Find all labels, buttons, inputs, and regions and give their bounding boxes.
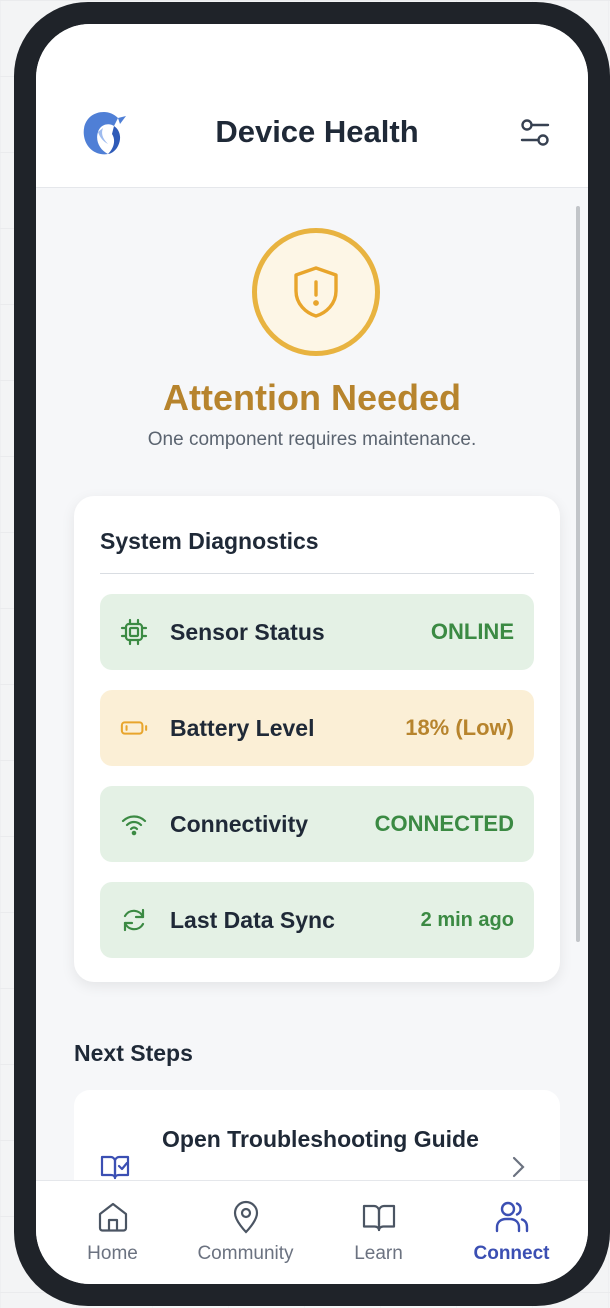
- tab-learn[interactable]: Learn: [315, 1181, 443, 1284]
- book-check-icon: [100, 1155, 130, 1180]
- diagnostic-row-last-data-sync: Last Data Sync 2 min ago: [100, 882, 534, 958]
- tab-connect[interactable]: Connect: [448, 1181, 576, 1284]
- chip-icon: [120, 618, 148, 646]
- wifi-icon: [121, 815, 147, 836]
- diagnostic-row-connectivity: Connectivity CONNECTED: [100, 786, 534, 862]
- chevron-right-icon: [512, 1156, 525, 1178]
- tab-label: Learn: [354, 1243, 403, 1264]
- diagnostics-title: System Diagnostics: [100, 528, 319, 554]
- troubleshooting-guide-label: Open Troubleshooting Guide: [162, 1126, 479, 1152]
- tab-community[interactable]: Community: [182, 1181, 310, 1284]
- sync-icon: [123, 908, 145, 932]
- diagnostic-value: 2 min ago: [420, 908, 514, 931]
- app-screen: Device Health Attention Needed One compo…: [36, 24, 588, 1284]
- battery-low-icon: [120, 721, 148, 735]
- book-open-icon: [362, 1204, 395, 1232]
- map-pin-icon: [233, 1200, 258, 1234]
- tab-label: Home: [87, 1243, 138, 1264]
- diagnostic-label: Last Data Sync: [170, 906, 335, 933]
- home-icon: [98, 1202, 127, 1232]
- bottom-tab-bar: Home Community Learn Connect: [36, 1180, 588, 1284]
- page-title: Device Health: [215, 114, 419, 149]
- diagnostic-label: Connectivity: [170, 810, 309, 837]
- divider: [100, 573, 534, 574]
- diagnostic-row-battery-level: Battery Level 18% (Low): [100, 690, 534, 766]
- diagnostic-value: ONLINE: [430, 619, 514, 644]
- users-icon: [495, 1201, 528, 1233]
- next-steps-title: Next Steps: [74, 1040, 193, 1066]
- scrollbar[interactable]: [576, 206, 580, 942]
- app-header: Device Health: [36, 24, 588, 188]
- status-subtitle: One component requires maintenance.: [147, 429, 477, 450]
- phone-frame: Device Health Attention Needed One compo…: [14, 2, 610, 1306]
- diagnostic-value: CONNECTED: [374, 811, 514, 836]
- shield-alert-icon: [294, 266, 338, 318]
- system-diagnostics-card: System Diagnostics Sensor Status ONLINE: [74, 496, 560, 982]
- diagnostic-row-sensor-status: Sensor Status ONLINE: [100, 594, 534, 670]
- tab-home[interactable]: Home: [49, 1181, 177, 1284]
- diagnostic-label: Sensor Status: [170, 618, 325, 645]
- status-badge: [252, 228, 380, 356]
- diagnostic-value: 18% (Low): [405, 715, 514, 740]
- status-title: Attention Needed: [162, 377, 461, 418]
- tab-label: Community: [197, 1243, 294, 1264]
- tab-label: Connect: [473, 1243, 550, 1264]
- diagnostic-label: Battery Level: [170, 714, 315, 741]
- sliders-icon[interactable]: [518, 116, 552, 150]
